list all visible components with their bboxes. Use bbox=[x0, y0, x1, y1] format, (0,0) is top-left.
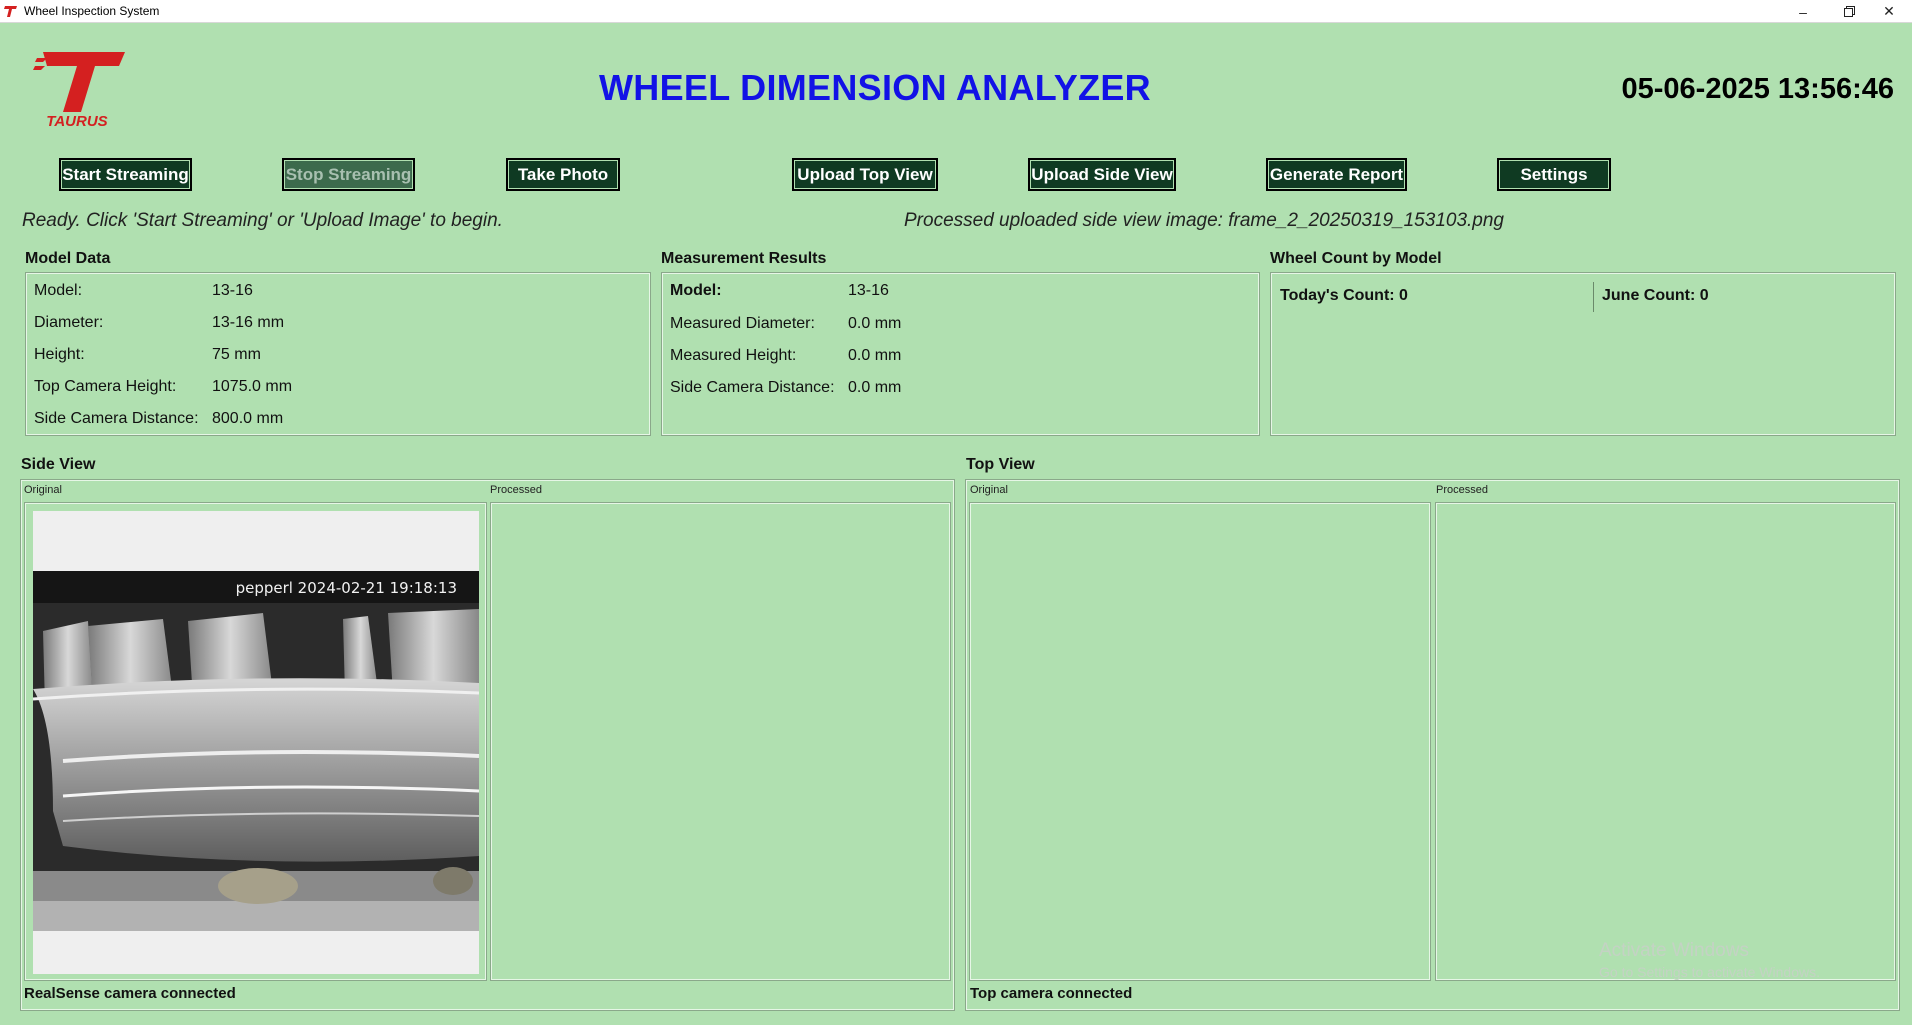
top-processed-frame bbox=[1435, 502, 1896, 981]
model-data-title: Model Data bbox=[25, 250, 111, 267]
close-icon[interactable]: ✕ bbox=[1866, 0, 1912, 23]
side-processed-label: Processed bbox=[490, 484, 542, 496]
photo-timestamp: pepperl 2024-02-21 19:18:13 bbox=[235, 579, 457, 597]
app-icon bbox=[4, 6, 17, 17]
side-original-label: Original bbox=[24, 484, 62, 496]
settings-button[interactable]: Settings bbox=[1497, 158, 1611, 191]
month-count: June Count: 0 bbox=[1602, 287, 1709, 304]
window-titlebar: Wheel Inspection System – ✕ bbox=[0, 0, 1912, 23]
side-view-title: Side View bbox=[21, 456, 96, 473]
todays-count: Today's Count: 0 bbox=[1280, 287, 1408, 304]
side-view-original-image: pepperl 2024-02-21 19:18:13 bbox=[33, 511, 479, 974]
top-original-label: Original bbox=[970, 484, 1008, 496]
activate-windows-watermark: Activate Windows bbox=[1599, 940, 1749, 961]
top-processed-label: Processed bbox=[1436, 484, 1488, 496]
minimize-icon[interactable]: – bbox=[1780, 0, 1826, 23]
generate-report-button[interactable]: Generate Report bbox=[1266, 158, 1407, 191]
take-photo-button[interactable]: Take Photo bbox=[506, 158, 620, 191]
top-original-frame bbox=[969, 502, 1431, 981]
side-processed-frame bbox=[490, 502, 951, 981]
wheel-count-title: Wheel Count by Model bbox=[1270, 250, 1442, 267]
start-streaming-button[interactable]: Start Streaming bbox=[59, 158, 192, 191]
processing-status-message: Processed uploaded side view image: fram… bbox=[904, 210, 1504, 231]
upload-top-view-button[interactable]: Upload Top View bbox=[792, 158, 938, 191]
stop-streaming-button[interactable]: Stop Streaming bbox=[282, 158, 415, 191]
activate-windows-hint: Go to Settings to activate Windows. bbox=[1599, 964, 1820, 980]
app-title: WHEEL DIMENSION ANALYZER bbox=[599, 67, 1151, 108]
window-title: Wheel Inspection System bbox=[24, 4, 160, 18]
datetime-display: 05-06-2025 13:56:46 bbox=[1621, 73, 1894, 105]
side-camera-status: RealSense camera connected bbox=[24, 985, 236, 1002]
measurement-results-title: Measurement Results bbox=[661, 250, 827, 267]
count-divider bbox=[1593, 282, 1594, 312]
top-view-title: Top View bbox=[966, 456, 1035, 473]
top-camera-status: Top camera connected bbox=[970, 985, 1133, 1002]
svg-text:TAURUS: TAURUS bbox=[46, 113, 107, 130]
status-message: Ready. Click 'Start Streaming' or 'Uploa… bbox=[22, 210, 503, 231]
upload-side-view-button[interactable]: Upload Side View bbox=[1028, 158, 1176, 191]
